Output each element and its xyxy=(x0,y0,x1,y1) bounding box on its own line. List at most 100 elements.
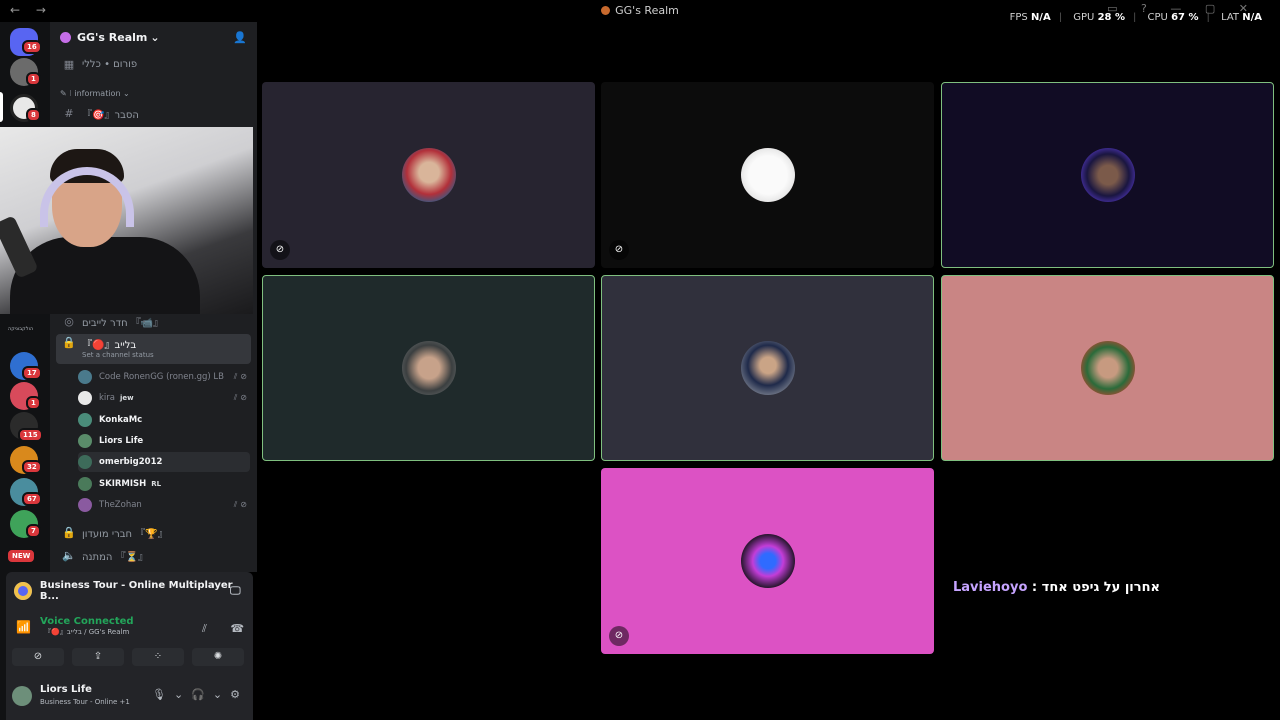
member-tag: RL xyxy=(151,479,162,488)
channel-label: 『🔴』בלייב xyxy=(82,340,137,351)
folder-label: הולקבוניקה xyxy=(8,326,34,332)
server-badge-7: 67 xyxy=(22,492,42,506)
voice-stage: ⊘ ⊘ ⊘ Laviehoyo : אחרון על גיפט אחד xyxy=(257,22,1280,720)
avatar xyxy=(740,341,795,395)
participant-tile-speaking[interactable] xyxy=(601,275,934,461)
speaker-icon: 🔈 xyxy=(62,548,76,562)
server-badge-8: 7 xyxy=(26,524,41,538)
muted-deafened-icon: ⫽⊘ xyxy=(233,499,250,509)
soundboard-button[interactable]: ✺ xyxy=(192,648,244,666)
user-name: Liors Life xyxy=(40,684,92,695)
channel-waiting[interactable]: 🔈 המתנה 『⏳』 xyxy=(56,545,251,565)
participant-tile[interactable]: ⊘ xyxy=(601,82,934,268)
user-controls[interactable]: 🎙⌄🎧⌄⚙ xyxy=(152,688,248,701)
camera-off-icon: ⊘ xyxy=(609,240,629,260)
server-badge-1: 1 xyxy=(26,72,41,86)
activity-name: Business Tour - Online Multiplayer B... xyxy=(39,580,233,602)
camera-off-icon: ⊘ xyxy=(609,626,629,646)
member-name: TheZohan xyxy=(99,499,142,510)
member-name: omerbig2012 xyxy=(99,457,163,468)
voice-member[interactable]: SKIRMISH RL xyxy=(78,474,250,494)
noise-and-disconnect-icons[interactable]: ⫽ ☎ xyxy=(202,622,254,636)
stage-icon: ◎ xyxy=(64,314,74,328)
channel-forum[interactable]: ▦ פורום • כללי xyxy=(56,54,251,74)
game-icon xyxy=(14,582,32,600)
participant-tile-speaking[interactable] xyxy=(262,275,595,461)
member-name: Code RonenGG (ronen.gg) LB xyxy=(99,372,224,382)
chat-caption: Laviehoyo : אחרון על גיפט אחד xyxy=(953,580,1160,595)
category-information[interactable]: ✎ ⁝ information ⌄ xyxy=(60,89,130,98)
screen-share-icon[interactable]: 🖵 xyxy=(230,584,241,598)
channel-explain[interactable]: # 『🎯』הסבר xyxy=(56,103,251,123)
avatar xyxy=(78,433,92,448)
voice-member[interactable]: kira jew ⫽⊘ xyxy=(78,388,250,408)
channel-label: פורום • כללי xyxy=(82,58,138,70)
channel-live-room[interactable]: ◎ חדר לייבים 『📹』 xyxy=(56,311,251,331)
channel-club[interactable]: 🔒 חברי מועדון 『🏆』 xyxy=(56,522,251,542)
member-tag: jew xyxy=(120,394,134,403)
muted-deafened-icon: ⫽⊘ xyxy=(233,372,250,381)
voice-action-buttons: ⊘ ⇪ ⁘ ✺ xyxy=(12,648,244,666)
server-name: GG's Realm xyxy=(77,30,148,44)
new-badge: NEW xyxy=(6,548,37,564)
avatar xyxy=(78,391,92,406)
avatar xyxy=(78,370,92,384)
server-badge-2: 8 xyxy=(26,108,41,122)
channel-status[interactable]: Set a channel status xyxy=(82,351,154,359)
forum-icon: ▦ xyxy=(63,57,75,71)
avatar xyxy=(1080,148,1135,202)
channel-label: המתנה 『⏳』 xyxy=(82,551,149,563)
member-name: Liors Life xyxy=(99,435,144,446)
channel-live-active[interactable]: 🔒 『🔴』בלייב Set a channel status xyxy=(56,334,251,364)
avatar xyxy=(401,341,456,395)
share-screen-button[interactable]: ⇪ xyxy=(72,648,124,666)
server-badge-6: 32 xyxy=(22,460,42,474)
avatar xyxy=(78,455,92,470)
voice-connection: 📶 Voice Connected 『🔴』בלייב / GG's Realm … xyxy=(16,616,244,637)
activity-row[interactable]: Business Tour - Online Multiplayer B... … xyxy=(14,580,253,602)
participant-tile[interactable]: ⊘ xyxy=(262,82,595,268)
selected-server-pill xyxy=(0,92,3,122)
channel-label: 『🎯』הסבר xyxy=(82,109,139,121)
voice-status[interactable]: Voice Connected xyxy=(16,616,134,627)
member-name: KonkaMc xyxy=(99,414,143,425)
avatar xyxy=(78,412,92,427)
channel-label: חדר לייבים 『📹』 xyxy=(82,317,164,329)
voice-member[interactable]: KonkaMc xyxy=(78,410,250,430)
server-badge-4: 1 xyxy=(26,396,41,410)
caption-author: Laviehoyo xyxy=(953,580,1028,595)
avatar xyxy=(1080,341,1135,395)
voice-member[interactable]: TheZohan ⫽⊘ xyxy=(78,495,250,515)
member-name: SKIRMISH xyxy=(99,478,147,489)
user-panel: Liors Life Business Tour - Online +1 🎙⌄🎧… xyxy=(12,682,250,714)
camera-button[interactable]: ⊘ xyxy=(12,648,64,666)
lock-icon: 🔒 xyxy=(62,525,76,539)
avatar xyxy=(78,476,92,491)
voice-member[interactable]: Liors Life xyxy=(78,431,250,451)
server-badge-icon xyxy=(60,31,71,43)
activities-button[interactable]: ⁘ xyxy=(132,648,184,666)
lock-icon: 🔒 xyxy=(62,336,76,349)
member-name: kira xyxy=(99,393,115,404)
voice-member[interactable]: Code RonenGG (ronen.gg) LB ⫽⊘ xyxy=(78,367,250,387)
voice-panel: Business Tour - Online Multiplayer B... … xyxy=(6,572,253,720)
user-status: Business Tour - Online +1 xyxy=(40,698,130,706)
participant-tile-speaking[interactable] xyxy=(941,275,1274,461)
chevron-down-icon: ⌄ xyxy=(150,30,160,44)
participant-tile-speaking[interactable] xyxy=(941,82,1274,268)
server-header[interactable]: GG's Realm ⌄ 👤 xyxy=(50,22,257,52)
server-icon xyxy=(601,6,611,15)
invite-people-icon[interactable]: 👤 xyxy=(233,31,247,44)
channel-label: חברי מועדון 『🏆』 xyxy=(82,528,168,540)
avatar xyxy=(740,148,795,202)
caption-message: אחרון על גיפט אחד xyxy=(1041,580,1160,595)
webcam-person-body xyxy=(10,237,200,314)
muted-deafened-icon: ⫽⊘ xyxy=(233,393,250,403)
signal-icon: 📶 xyxy=(16,620,31,634)
server-badge-3: 17 xyxy=(22,366,42,380)
participant-tile[interactable]: ⊘ xyxy=(601,468,934,654)
voice-member[interactable]: omerbig2012 xyxy=(78,452,250,473)
camera-off-icon: ⊘ xyxy=(270,240,290,260)
caption-separator: : xyxy=(1027,580,1042,595)
avatar[interactable] xyxy=(12,686,32,706)
